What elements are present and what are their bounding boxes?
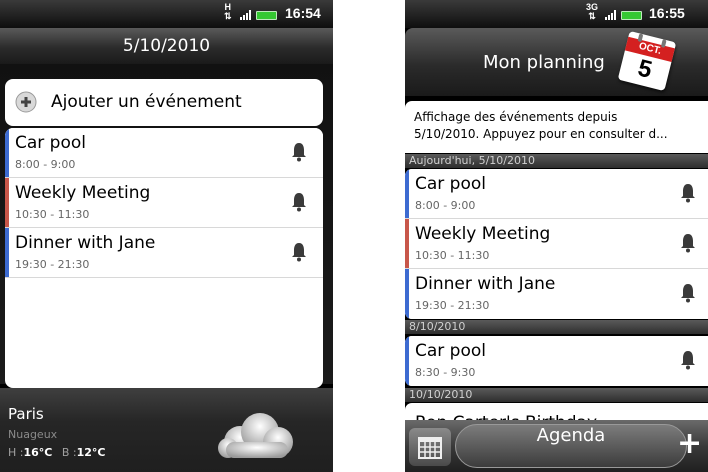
right-phone-screen: 3G ⇅ 16:55 Mon planning OCT. 5 Affichage … xyxy=(405,0,708,472)
left-phone-screen: H ⇅ 16:54 5/10/2010 Ajouter un événement … xyxy=(0,0,333,472)
calendar-view-button[interactable] xyxy=(409,428,451,466)
add-circle-icon xyxy=(15,91,37,113)
status-bar: 3G ⇅ 16:55 xyxy=(405,0,708,28)
weather-widget[interactable]: Paris Nuageux H :16°C B :12°C xyxy=(0,388,333,472)
event-title: Car pool xyxy=(415,341,486,361)
signal-icon xyxy=(240,10,251,20)
reminder-bell-icon xyxy=(292,243,306,262)
high-temp-label: H : xyxy=(8,446,24,459)
weather-city: Paris xyxy=(8,405,44,423)
status-bar: H ⇅ 16:54 xyxy=(0,0,333,28)
battery-icon xyxy=(621,11,642,20)
info-banner[interactable]: Affichage des événements depuis 5/10/201… xyxy=(405,101,708,153)
event-title: Car pool xyxy=(415,174,486,194)
planning-header: Mon planning OCT. 5 xyxy=(405,28,708,96)
plus-icon: + xyxy=(677,426,703,461)
low-temp: 12°C xyxy=(76,446,106,459)
event-title: Car pool xyxy=(15,133,86,153)
add-event-button[interactable]: Ajouter un événement xyxy=(5,79,323,126)
clock: 16:54 xyxy=(285,5,321,21)
network-indicator: H ⇅ xyxy=(224,2,232,21)
network-indicator: 3G ⇅ xyxy=(586,2,599,21)
reminder-bell-icon xyxy=(292,143,306,162)
event-row[interactable]: Car pool 8:00 - 9:00 xyxy=(405,169,708,219)
calendar-color-stripe xyxy=(5,178,9,227)
event-row[interactable]: Dinner with Jane 19:30 - 21:30 xyxy=(5,228,323,278)
section-header-today: Aujourd'hui, 5/10/2010 xyxy=(405,154,708,168)
event-time: 8:00 - 9:00 xyxy=(415,199,476,212)
event-row[interactable]: Weekly Meeting 10:30 - 11:30 xyxy=(405,219,708,269)
event-time: 19:30 - 21:30 xyxy=(415,299,490,312)
calendar-color-stripe xyxy=(5,228,9,277)
event-list-today: Car pool 8:00 - 9:00 Weekly Meeting 10:3… xyxy=(405,169,708,319)
info-line-1: Affichage des événements depuis xyxy=(414,110,618,124)
event-row[interactable]: Dinner with Jane 19:30 - 21:30 xyxy=(405,269,708,319)
calendar-color-stripe xyxy=(405,269,409,319)
calendar-color-stripe xyxy=(405,169,409,218)
reminder-bell-icon xyxy=(292,193,306,212)
event-time: 10:30 - 11:30 xyxy=(415,249,490,262)
event-row[interactable]: Weekly Meeting 10:30 - 11:30 xyxy=(5,178,323,228)
event-title: Dinner with Jane xyxy=(415,274,556,294)
event-time: 10:30 - 11:30 xyxy=(15,208,90,221)
signal-icon xyxy=(605,10,616,20)
event-row[interactable]: Car pool 8:30 - 9:30 xyxy=(405,336,708,386)
event-list: Car pool 8:00 - 9:00 Weekly Meeting 10:3… xyxy=(5,128,323,388)
event-time: 8:30 - 9:30 xyxy=(415,366,476,379)
event-row[interactable]: Car pool 8:00 - 9:00 xyxy=(5,128,323,178)
low-temp-label: B : xyxy=(61,446,77,459)
cloud-icon xyxy=(218,413,293,458)
reminder-bell-icon xyxy=(681,351,695,370)
weather-condition: Nuageux xyxy=(8,428,58,441)
section-header-date: 8/10/2010 xyxy=(405,320,708,334)
event-time: 19:30 - 21:30 xyxy=(15,258,90,271)
clock: 16:55 xyxy=(649,5,685,21)
battery-icon xyxy=(256,11,277,20)
section-header-date: 10/10/2010 xyxy=(405,388,708,402)
event-time: 8:00 - 9:00 xyxy=(15,158,76,171)
calendar-grid-icon xyxy=(418,437,442,459)
agenda-view-tab[interactable]: Agenda xyxy=(455,424,687,468)
date-title: 5/10/2010 xyxy=(122,36,211,56)
reminder-bell-icon xyxy=(681,184,695,203)
info-line-2: 5/10/2010. Appuyez pour en consulter d..… xyxy=(414,127,668,141)
page-title: Mon planning xyxy=(483,52,605,73)
add-button[interactable]: + xyxy=(673,426,708,466)
bottom-toolbar: Agenda + xyxy=(405,420,708,472)
calendar-color-stripe xyxy=(405,336,409,386)
event-list-day: Car pool 8:30 - 9:30 xyxy=(405,336,708,386)
weather-temperatures: H :16°C B :12°C xyxy=(8,446,106,459)
high-temp: 16°C xyxy=(23,446,53,459)
agenda-label: Agenda xyxy=(536,425,606,446)
event-title: Weekly Meeting xyxy=(415,224,551,244)
reminder-bell-icon xyxy=(681,284,695,303)
calendar-color-stripe xyxy=(5,128,9,177)
event-title: Weekly Meeting xyxy=(15,183,151,203)
calendar-date-icon: OCT. 5 xyxy=(617,30,677,92)
date-header: 5/10/2010 xyxy=(0,28,333,64)
reminder-bell-icon xyxy=(681,234,695,253)
event-title: Dinner with Jane xyxy=(15,233,156,253)
add-event-label: Ajouter un événement xyxy=(51,92,242,112)
calendar-color-stripe xyxy=(405,219,409,268)
